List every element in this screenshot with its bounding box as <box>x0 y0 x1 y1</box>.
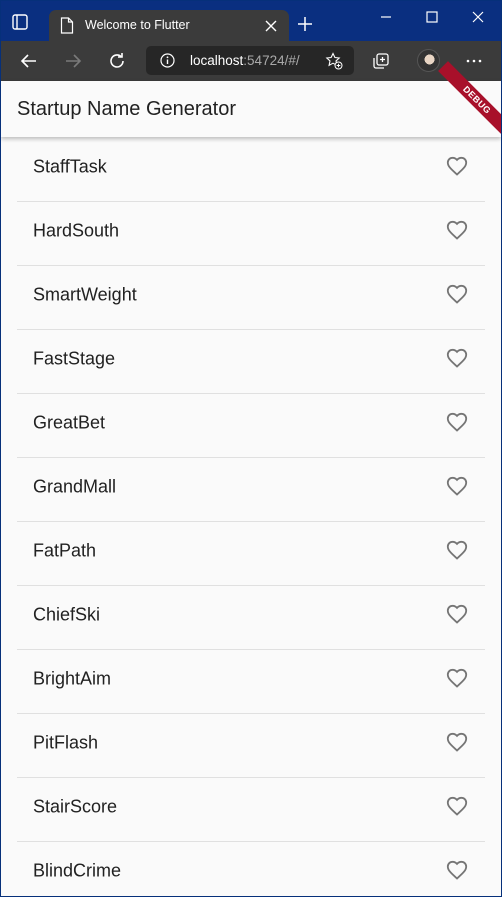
browser-tab[interactable]: Welcome to Flutter <box>49 10 289 41</box>
favorite-heart-icon[interactable] <box>445 154 469 178</box>
name-list: StaffTask HardSouth SmartWeight FastStage Gr… <box>1 137 501 896</box>
list-item[interactable]: BrightAim <box>1 649 501 714</box>
favorite-heart-icon[interactable] <box>445 794 469 818</box>
list-item[interactable]: GreatBet <box>1 393 501 458</box>
favorite-heart-icon[interactable] <box>445 602 469 626</box>
browser-window: Welcome to Flutter localhost:54724/#/ St… <box>1 1 501 896</box>
url-host: localhost <box>190 53 244 68</box>
list-item[interactable]: StairScore <box>1 777 501 842</box>
list-item[interactable]: StaffTask <box>1 137 501 202</box>
tab-actions-icon[interactable] <box>11 13 29 31</box>
favorite-heart-icon[interactable] <box>445 538 469 562</box>
page-icon <box>60 17 74 34</box>
list-item[interactable]: BlindCrime <box>1 841 501 896</box>
list-item-label: BlindCrime <box>33 860 122 881</box>
back-icon[interactable] <box>19 51 39 71</box>
add-favorite-icon[interactable] <box>325 52 343 70</box>
forward-icon[interactable] <box>63 51 83 71</box>
list-item-label: SmartWeight <box>33 284 137 305</box>
favorite-heart-icon[interactable] <box>445 858 469 882</box>
page-title: Startup Name Generator <box>17 98 236 120</box>
list-item-label: StaffTask <box>33 156 107 177</box>
site-info-icon[interactable] <box>160 53 175 68</box>
list-item[interactable]: HardSouth <box>1 201 501 266</box>
url-text: localhost:54724/#/ <box>190 53 300 68</box>
list-item[interactable]: ChiefSki <box>1 585 501 650</box>
profile-avatar[interactable] <box>417 49 440 72</box>
list-item[interactable]: PitFlash <box>1 713 501 778</box>
list-item-label: ChiefSki <box>33 604 101 625</box>
address-bar[interactable]: localhost:54724/#/ <box>146 46 354 75</box>
title-bar: Welcome to Flutter <box>1 1 501 41</box>
list-item[interactable]: GrandMall <box>1 457 501 522</box>
list-item-label: FatPath <box>33 540 97 561</box>
list-item-label: HardSouth <box>33 220 120 241</box>
url-path: :54724/#/ <box>243 53 300 68</box>
maximize-icon[interactable] <box>409 1 455 33</box>
new-tab-icon[interactable] <box>297 16 313 32</box>
favorite-heart-icon[interactable] <box>445 282 469 306</box>
list-item[interactable]: SmartWeight <box>1 265 501 330</box>
favorite-heart-icon[interactable] <box>445 730 469 754</box>
tab-title: Welcome to Flutter <box>85 18 190 32</box>
favorite-heart-icon[interactable] <box>445 410 469 434</box>
close-tab-icon[interactable] <box>265 19 277 32</box>
favorite-heart-icon[interactable] <box>445 218 469 242</box>
list-item[interactable]: FastStage <box>1 329 501 394</box>
list-item-label: PitFlash <box>33 732 99 753</box>
list-item-label: GreatBet <box>33 412 106 433</box>
favorite-heart-icon[interactable] <box>445 666 469 690</box>
list-item[interactable]: FatPath <box>1 521 501 586</box>
list-item-label: FastStage <box>33 348 116 369</box>
window-close-icon[interactable] <box>455 1 501 33</box>
minimize-icon[interactable] <box>363 1 409 33</box>
collections-icon[interactable] <box>371 51 391 71</box>
browser-toolbar: localhost:54724/#/ <box>1 41 501 81</box>
refresh-icon[interactable] <box>107 51 127 71</box>
list-item-label: GrandMall <box>33 476 117 497</box>
favorite-heart-icon[interactable] <box>445 474 469 498</box>
app-bar: Startup Name Generator DEBUG <box>1 61 501 139</box>
list-item-label: StairScore <box>33 796 118 817</box>
list-item-label: BrightAim <box>33 668 112 689</box>
more-options-icon[interactable] <box>464 51 484 71</box>
favorite-heart-icon[interactable] <box>445 346 469 370</box>
